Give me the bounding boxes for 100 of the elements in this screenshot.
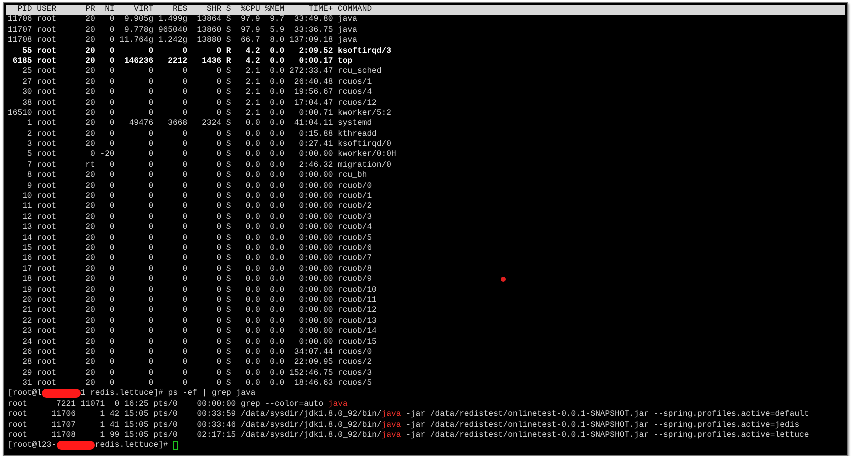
- table-cell-text: 20: [84, 264, 96, 276]
- table-cell-text: 0: [108, 316, 115, 328]
- table-cell-text: root: [37, 171, 58, 182]
- table-cell-text: 0: [108, 234, 115, 244]
- table-cell: R: [226, 46, 232, 57]
- table-cell-text: 0: [148, 160, 154, 172]
- table-cell-text: 0: [182, 275, 188, 286]
- table-cell-text: 20: [84, 244, 96, 254]
- table-cell-text: 23: [22, 327, 32, 338]
- table-cell-text: 0: [182, 223, 188, 234]
- table-cell-text: 0.0: [244, 275, 260, 286]
- table-cell-text: 20: [84, 316, 96, 328]
- table-cell-text: rcuos/3: [338, 368, 372, 379]
- table-cell: ksoftirqd/3: [338, 46, 392, 57]
- table-cell-text: 0: [108, 108, 115, 120]
- table-cell-text: 2324: [201, 119, 222, 130]
- table-cell-text: 20: [84, 26, 96, 36]
- table-cell-text: 0.0: [244, 119, 260, 130]
- table-cell-text: 0.0: [244, 296, 260, 306]
- table-cell-text: 3668: [167, 119, 188, 130]
- table-cell: 15:05: [124, 420, 149, 432]
- table-cell-text: 0: [148, 306, 154, 317]
- table-cell: S: [226, 192, 232, 202]
- table-cell-text: 2:09.52: [298, 46, 334, 57]
- table-cell-text: 0.0: [269, 223, 285, 234]
- table-cell-text: 0.0: [244, 223, 260, 234]
- table-cell-text: 0: [182, 140, 188, 150]
- table-cell-text: 7221: [56, 400, 76, 410]
- table-cell-text: 20: [84, 108, 96, 120]
- table-cell-text: 1: [99, 431, 106, 441]
- table-cell-text: 0: [108, 182, 115, 192]
- table-cell-text: 0:00.00: [298, 150, 334, 161]
- prompt-text: 1 redis.lettuce]#: [80, 389, 164, 400]
- table-cell-text: 31: [22, 379, 32, 389]
- table-cell-text: 0:00.00: [298, 212, 334, 224]
- table-cell-text: 0: [148, 182, 154, 192]
- table-cell-text: 2.1: [244, 108, 260, 120]
- table-cell: 272:33.47: [290, 67, 334, 78]
- table-cell-text: 0: [182, 264, 188, 276]
- table-cell-text: 0:00.00: [298, 264, 334, 276]
- table-cell-text: 20: [84, 130, 96, 140]
- table-cell-text: 0.0: [269, 296, 285, 306]
- column-header: NI: [104, 5, 115, 16]
- table-cell-text: 2.1: [244, 78, 260, 88]
- table-cell-text: 0:00.00: [298, 338, 334, 348]
- table-cell-text: root: [37, 379, 58, 389]
- table-cell-text: 18:46.63: [293, 379, 334, 390]
- table-cell-text: 20: [84, 234, 96, 244]
- table-cell-text: root: [37, 223, 58, 234]
- table-cell-text: 0:00.00: [298, 234, 334, 244]
- table-cell-text: root: [37, 306, 58, 317]
- table-cell-text: 0: [182, 212, 188, 224]
- table-cell-text: 0.0: [269, 316, 285, 328]
- table-cell-text: root: [37, 36, 58, 47]
- table-cell-text: rcuos/0: [338, 348, 372, 358]
- table-cell-text: 0: [148, 254, 154, 265]
- table-cell-text: 2.1: [244, 98, 260, 109]
- column-header: S: [226, 5, 232, 16]
- table-cell-text: 0: [216, 98, 222, 109]
- table-cell: S: [226, 234, 232, 244]
- table-cell-text: 0: [108, 306, 115, 317]
- prompt-text: redis.lettuce]#: [95, 441, 168, 452]
- table-cell-text: 0.0: [269, 160, 285, 172]
- table-cell-text: 0: [182, 160, 188, 172]
- command-text: /data/sysdir/jdk1.8.0_92/bin/java -jar /data/redistest/onlinetest-0.0.1-SNAPSHOT.jar --spring.profiles.active=default: [240, 410, 810, 421]
- table-cell: S: [226, 150, 232, 161]
- table-cell-text: 1: [99, 420, 106, 432]
- table-cell: java: [338, 15, 358, 26]
- table-cell-text: root: [8, 410, 28, 421]
- table-cell-text: pts/0: [154, 420, 179, 431]
- table-cell-text: 0: [182, 130, 188, 140]
- table-cell: S: [226, 88, 232, 99]
- table-cell-text: root: [37, 140, 58, 150]
- table-cell-text: 0: [108, 202, 115, 213]
- table-cell-text: 20: [84, 286, 96, 296]
- table-cell-text: 1: [26, 119, 32, 130]
- table-cell-text: 0: [182, 182, 188, 192]
- table-cell-text: root: [37, 160, 58, 172]
- table-cell-text: 0: [108, 327, 115, 338]
- table-cell-text: 7: [26, 160, 32, 172]
- table-cell-text: root: [37, 26, 58, 36]
- table-cell: S: [226, 358, 232, 369]
- table-cell-text: 20: [84, 223, 96, 234]
- table-cell-text: 0: [108, 348, 115, 358]
- table-cell-text: 0.0: [269, 192, 285, 202]
- table-cell-text: 20: [84, 88, 96, 99]
- table-cell-text: root: [37, 316, 58, 328]
- table-cell: S: [226, 264, 232, 276]
- table-cell-text: 9.905g: [123, 15, 154, 26]
- table-cell-text: 0.0: [244, 306, 260, 317]
- table-cell: 16510: [8, 108, 32, 120]
- table-cell-text: root: [37, 234, 58, 244]
- table-cell-text: 0: [182, 244, 188, 254]
- table-cell-text: 0: [182, 379, 188, 389]
- table-cell-text: 38: [22, 98, 32, 109]
- table-cell-text: 0.0: [244, 202, 260, 213]
- table-cell-text: 22:09.95: [293, 358, 334, 369]
- table-cell-text: 0: [216, 67, 222, 78]
- table-cell-text: 0: [148, 316, 154, 328]
- table-cell-text: 0.0: [244, 130, 260, 140]
